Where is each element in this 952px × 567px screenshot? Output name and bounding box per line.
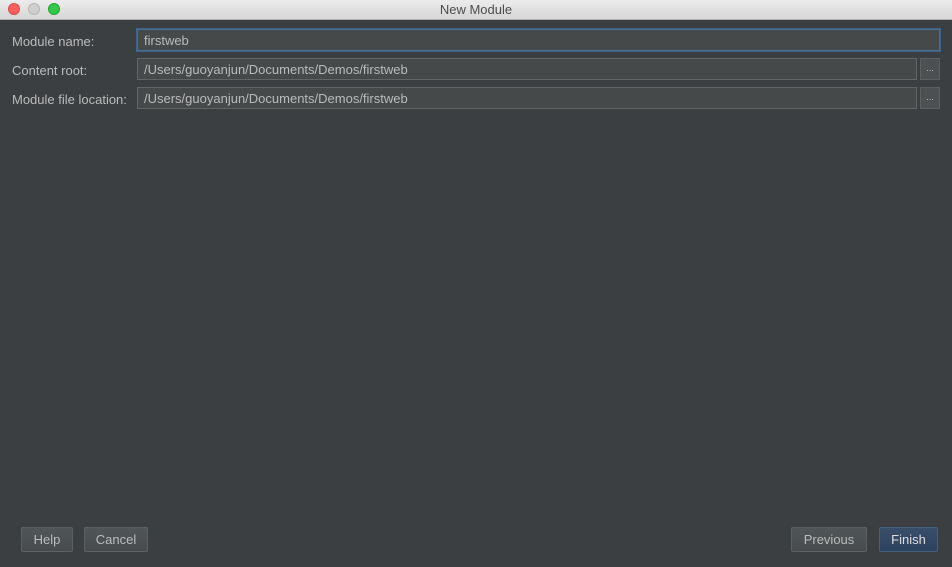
window-titlebar: New Module <box>0 0 952 20</box>
previous-button[interactable]: Previous <box>791 527 867 552</box>
content-root-browse-button[interactable]: ... <box>920 58 940 80</box>
module-name-input[interactable] <box>137 29 940 51</box>
module-file-location-browse-button[interactable]: ... <box>920 87 940 109</box>
content-root-label: Content root: <box>12 63 88 78</box>
content-root-input[interactable] <box>137 58 917 80</box>
cancel-button[interactable]: Cancel <box>84 527 148 552</box>
help-button[interactable]: Help <box>21 527 73 552</box>
module-name-label: Module name: <box>12 34 95 49</box>
finish-button[interactable]: Finish <box>879 527 938 552</box>
window-title: New Module <box>439 2 513 17</box>
module-file-location-label: Module file location: <box>12 92 127 107</box>
module-file-location-input[interactable] <box>137 87 917 109</box>
